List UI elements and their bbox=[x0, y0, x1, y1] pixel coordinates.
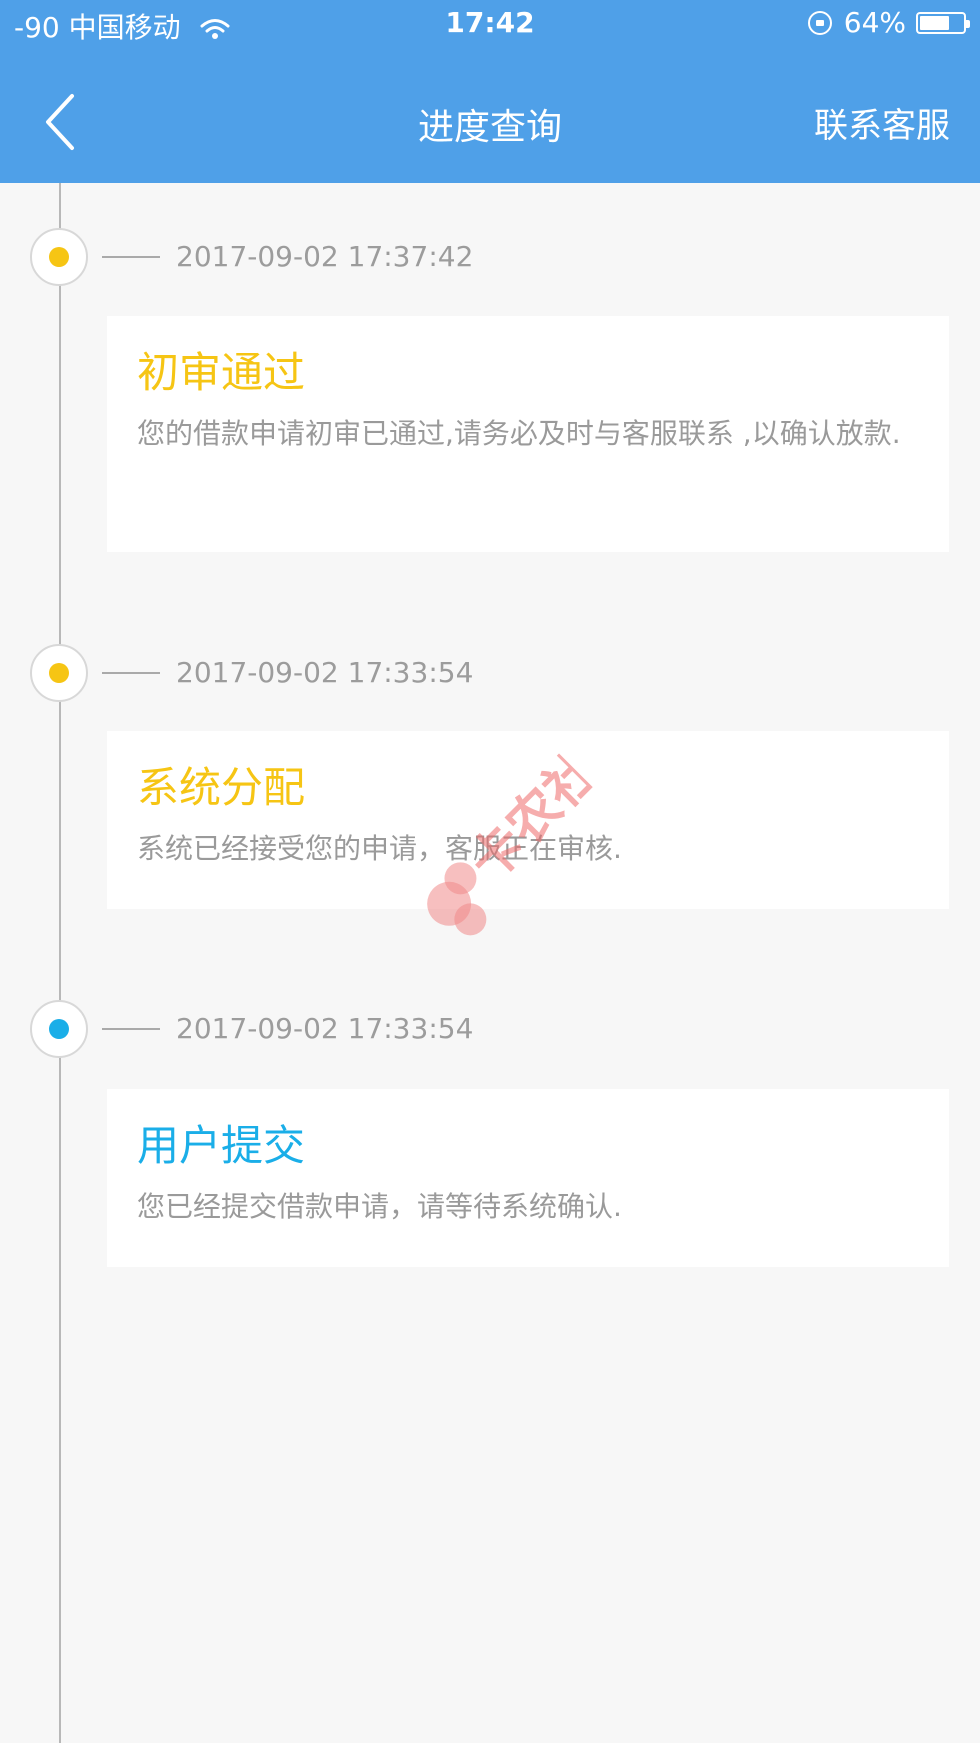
card-description: 您的借款申请初审已通过,请务必及时与客服联系 ,以确认放款. bbox=[137, 417, 901, 450]
timeline-connector bbox=[102, 256, 160, 258]
timeline-line bbox=[59, 183, 61, 1743]
rotation-lock-icon bbox=[807, 10, 832, 35]
timeline-card: 初审通过 您的借款申请初审已通过,请务必及时与客服联系 ,以确认放款. bbox=[107, 316, 949, 552]
card-title: 用户提交 bbox=[137, 1121, 306, 1170]
card-title: 初审通过 bbox=[137, 348, 306, 397]
status-dot bbox=[49, 1019, 69, 1039]
status-bar: -90 中国移动 17:42 64% bbox=[0, 0, 980, 50]
status-dot bbox=[49, 663, 69, 683]
timeline-connector bbox=[102, 1028, 160, 1030]
timeline-card: 用户提交 您已经提交借款申请，请等待系统确认. bbox=[107, 1089, 949, 1267]
timeline-time: 2017-09-02 17:33:54 bbox=[176, 1012, 474, 1045]
contact-service-button[interactable]: 联系客服 bbox=[814, 98, 950, 147]
status-right: 64% bbox=[807, 6, 970, 39]
header: -90 中国移动 17:42 64% 进度查询 联系客服 bbox=[0, 0, 980, 183]
timeline-node bbox=[30, 228, 88, 286]
card-title: 系统分配 bbox=[137, 763, 306, 812]
timeline-time: 2017-09-02 17:37:42 bbox=[176, 240, 474, 273]
timeline-node bbox=[30, 644, 88, 702]
timeline-card: 系统分配 系统已经接受您的申请，客服正在审核. bbox=[107, 731, 949, 909]
battery-icon bbox=[916, 11, 970, 34]
card-description: 系统已经接受您的申请，客服正在审核. bbox=[137, 832, 622, 865]
battery-percent: 64% bbox=[843, 6, 906, 39]
card-description: 您已经提交借款申请，请等待系统确认. bbox=[137, 1190, 622, 1223]
timeline-connector bbox=[102, 672, 160, 674]
timeline-node bbox=[30, 1000, 88, 1058]
timeline-time: 2017-09-02 17:33:54 bbox=[176, 656, 474, 689]
status-dot bbox=[49, 247, 69, 267]
